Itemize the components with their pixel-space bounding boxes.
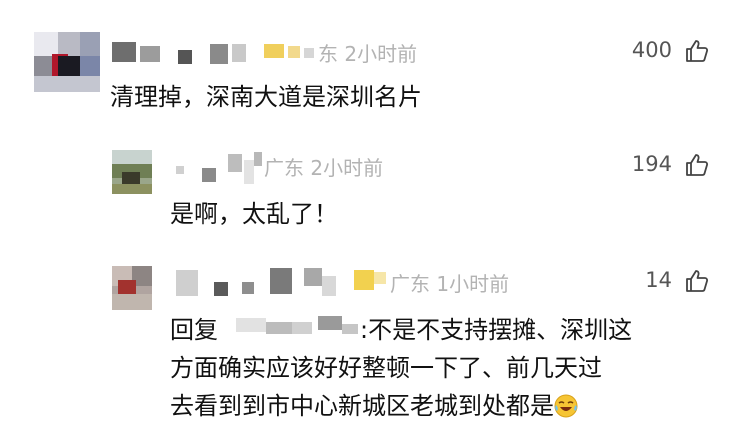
comment-meta: 东 2小时前 [318,42,418,66]
avatar[interactable] [112,266,152,310]
comment-meta: 广东 1小时前 [390,272,510,296]
reply-prefix: 回复 [170,316,218,344]
comment-text-line-3-text: 去看到到市中心新城区老城到处都是 [170,392,554,420]
comment-text-line-2: 方面确实应该好好整顿一下了、前几天过 [170,354,602,382]
laughing-crying-emoji-icon [554,394,578,418]
thumbs-up-icon[interactable] [684,38,710,64]
comment-meta: 广东 2小时前 [264,156,384,180]
avatar[interactable] [112,150,152,194]
like-count: 400 [631,38,672,62]
comment-text-line-3: 去看到到市中心新城区老城到处都是 [170,388,578,424]
comment-text: 是啊，太乱了！ [170,200,338,228]
comment-text: 清理掉，深南大道是深圳名片 [110,83,422,111]
like-count: 194 [631,152,672,176]
like-count: 14 [645,268,672,292]
comment-text-line-1: :不是不支持摆摊、深圳这 [360,316,633,344]
thumbs-up-icon[interactable] [684,152,710,178]
thumbs-up-icon[interactable] [684,268,710,294]
avatar[interactable] [34,32,100,92]
